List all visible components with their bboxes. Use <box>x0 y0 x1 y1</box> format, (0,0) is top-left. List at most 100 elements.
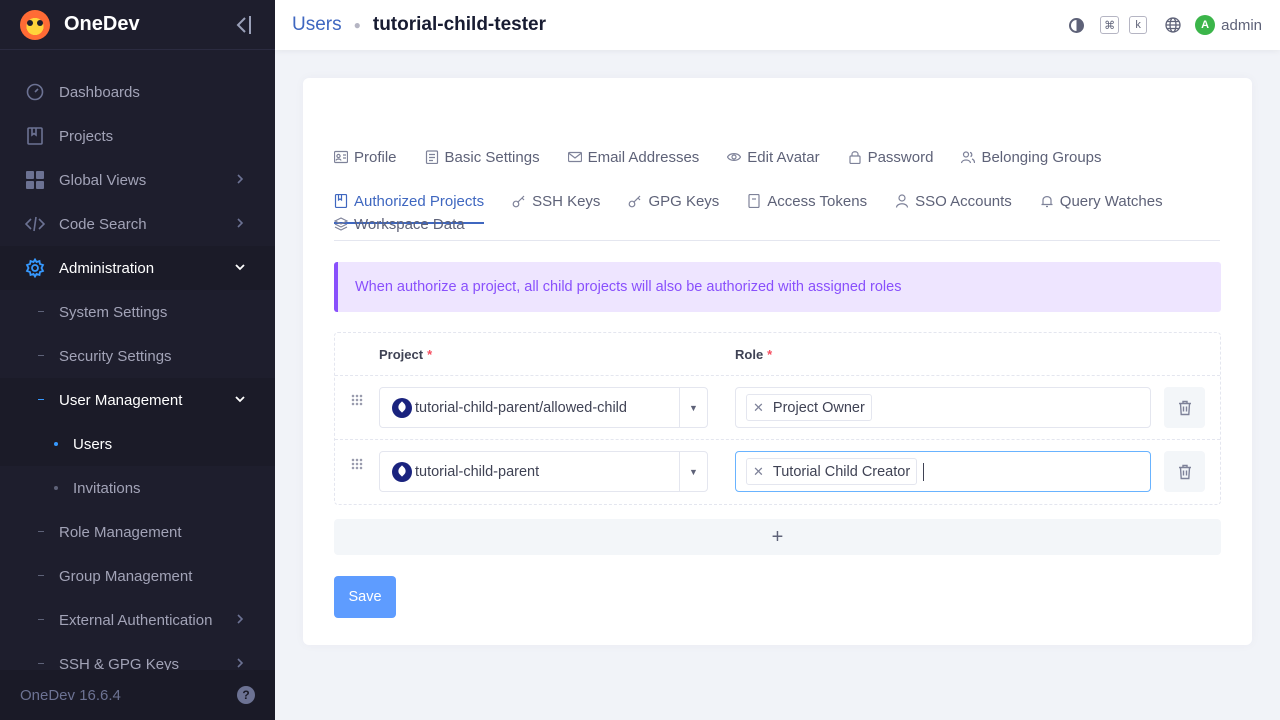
project-avatar-icon <box>392 461 412 482</box>
tab-basic-settings[interactable]: Basic Settings <box>425 135 540 179</box>
sidebar-item-invitations[interactable]: Invitations <box>0 466 275 510</box>
tab-query-watches[interactable]: Query Watches <box>1040 179 1163 223</box>
sidebar-item-dashboards[interactable]: Dashboards <box>0 70 275 114</box>
sidebar-item-code-search[interactable]: Code Search <box>0 202 275 246</box>
drag-handle-icon[interactable] <box>351 458 363 470</box>
authorized-projects-table: Project * Role * tutorial-child-parent/all… <box>334 332 1221 505</box>
avatar[interactable]: A <box>1195 15 1216 35</box>
breadcrumb-users-link[interactable]: Users <box>292 14 342 36</box>
chevron-right-icon <box>237 614 244 624</box>
profile-card-icon <box>334 150 348 164</box>
alert-text: When authorize a project, all child proj… <box>355 279 902 295</box>
app-name[interactable]: OneDev <box>64 13 140 36</box>
caret-down-icon[interactable]: ▼ <box>679 388 707 427</box>
globe-icon[interactable] <box>1165 17 1181 33</box>
breadcrumb-separator: ● <box>353 18 361 32</box>
delete-row-button[interactable] <box>1164 387 1205 428</box>
tab-edit-avatar[interactable]: Edit Avatar <box>727 135 820 179</box>
sidebar-footer: OneDev 16.6.4 ? <box>0 670 275 720</box>
sidebar-item-security-settings[interactable]: Security Settings <box>0 334 275 378</box>
sidebar-item-global-views[interactable]: Global Views <box>0 158 275 202</box>
key-icon <box>512 195 525 208</box>
column-label: Project <box>379 347 424 362</box>
column-header-role: Role * <box>735 347 772 362</box>
tab-label: Query Watches <box>1059 192 1163 210</box>
role-select[interactable]: ✕ Project Owner <box>735 387 1151 428</box>
tab-gpg-keys[interactable]: GPG Keys <box>628 179 719 223</box>
table-row: tutorial-child-parent/allowed-child ▼ ✕ … <box>335 375 1220 439</box>
sidebar-item-system-settings[interactable]: System Settings <box>0 290 275 334</box>
sidebar-item-label: Users <box>73 435 113 453</box>
role-select[interactable]: ✕ Tutorial Child Creator <box>735 451 1151 492</box>
caret-down-icon[interactable]: ▼ <box>679 452 707 491</box>
kbd-cmd-key[interactable]: ⌘ <box>1100 16 1120 34</box>
mail-icon <box>567 151 582 163</box>
project-avatar-icon <box>392 397 412 418</box>
sidebar-item-users[interactable]: Users <box>0 422 275 466</box>
grid-icon <box>25 170 45 190</box>
tab-label: Basic Settings <box>444 148 540 166</box>
sidebar-nav: Dashboards Projects Global Views Code Se… <box>0 70 275 686</box>
role-chip-label: Tutorial Child Creator <box>772 463 911 480</box>
tab-sso-accounts[interactable]: SSO Accounts <box>895 179 1012 223</box>
required-mark: * <box>427 347 433 362</box>
chevron-right-icon <box>237 218 244 228</box>
tab-belonging-groups[interactable]: Belonging Groups <box>961 135 1102 179</box>
code-icon <box>25 214 45 234</box>
role-chip: ✕ Project Owner <box>746 394 872 421</box>
onedev-logo[interactable] <box>20 9 50 40</box>
sidebar-item-label: System Settings <box>59 303 168 321</box>
remove-chip-icon[interactable]: ✕ <box>753 400 764 416</box>
column-header-project: Project * <box>379 347 432 362</box>
trash-icon <box>1178 400 1191 415</box>
plus-icon: + <box>771 525 784 548</box>
sidebar-item-role-management[interactable]: Role Management <box>0 510 275 554</box>
project-select-value: tutorial-child-parent <box>415 463 540 480</box>
sidebar-item-label: Invitations <box>73 479 141 497</box>
sidebar-item-label: Administration <box>59 259 155 277</box>
page-title: tutorial-child-tester <box>372 14 546 35</box>
remove-chip-icon[interactable]: ✕ <box>753 464 764 480</box>
project-select[interactable]: tutorial-child-parent/allowed-child ▼ <box>379 387 708 428</box>
tab-access-tokens[interactable]: Access Tokens <box>747 179 867 223</box>
save-button[interactable]: Save <box>334 576 396 618</box>
role-chip: ✕ Tutorial Child Creator <box>746 458 918 485</box>
project-select[interactable]: tutorial-child-parent ▼ <box>379 451 708 492</box>
chevron-right-icon <box>237 174 244 184</box>
top-actions: ⌘ k A admin <box>1069 0 1262 50</box>
tab-password[interactable]: Password <box>848 135 934 179</box>
required-mark: * <box>767 347 773 362</box>
sidebar-item-label: Group Management <box>59 567 193 585</box>
eye-icon <box>727 153 742 161</box>
collapse-sidebar-icon[interactable] <box>235 14 253 36</box>
tab-label: Workspace Data <box>354 215 465 233</box>
add-row-button[interactable]: + <box>334 519 1221 555</box>
tab-profile[interactable]: Profile <box>334 135 397 179</box>
user-name[interactable]: admin <box>1221 17 1262 34</box>
sidebar-item-user-management[interactable]: User Management <box>0 378 275 422</box>
bell-icon <box>1041 196 1053 208</box>
key-icon <box>629 195 641 208</box>
project-icon <box>25 126 45 146</box>
theme-toggle-icon[interactable] <box>1069 17 1085 33</box>
tab-email-addresses[interactable]: Email Addresses <box>567 135 699 179</box>
sidebar-item-external-authentication[interactable]: External Authentication <box>0 598 275 642</box>
tab-label: Edit Avatar <box>747 148 820 166</box>
sidebar-item-administration[interactable]: Administration <box>0 246 275 290</box>
tab-ssh-keys[interactable]: SSH Keys <box>512 179 600 223</box>
chevron-down-icon <box>235 264 245 271</box>
sidebar-item-label: Code Search <box>59 215 147 233</box>
version-label: OneDev 16.6.4 <box>20 686 121 704</box>
sidebar-item-projects[interactable]: Projects <box>0 114 275 158</box>
sidebar-item-label: User Management <box>59 391 183 409</box>
tab-label: Password <box>867 148 934 166</box>
column-label: Role <box>735 347 764 362</box>
help-icon[interactable]: ? <box>237 686 255 704</box>
sidebar-item-label: Role Management <box>59 523 182 541</box>
drag-handle-icon[interactable] <box>351 394 363 406</box>
delete-row-button[interactable] <box>1164 451 1205 492</box>
sidebar-item-group-management[interactable]: Group Management <box>0 554 275 598</box>
kbd-k-key[interactable]: k <box>1129 16 1148 34</box>
tab-label: SSH Keys <box>532 192 601 210</box>
info-alert: When authorize a project, all child proj… <box>334 262 1221 312</box>
